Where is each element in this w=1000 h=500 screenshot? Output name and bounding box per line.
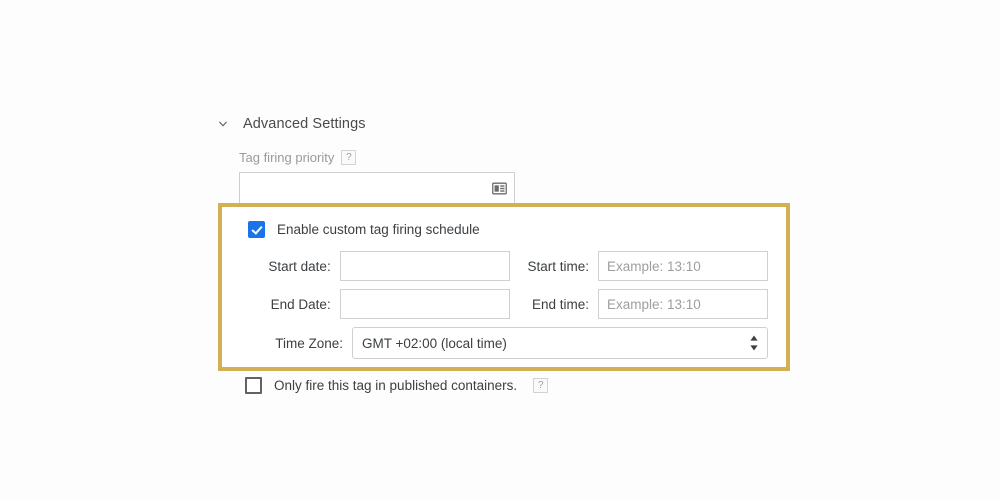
- tag-firing-priority-label: Tag firing priority: [239, 149, 335, 165]
- end-date-input[interactable]: [339, 289, 510, 319]
- end-time-input[interactable]: [598, 289, 768, 319]
- published-containers-checkbox[interactable]: [245, 377, 262, 394]
- published-containers-row[interactable]: Only fire this tag in published containe…: [245, 377, 549, 394]
- advanced-settings-header[interactable]: Advanced Settings: [212, 113, 366, 135]
- tag-firing-priority-input-wrap[interactable]: [239, 172, 515, 204]
- start-date-label: Start date:: [268, 258, 331, 274]
- timezone-select[interactable]: GMT +02:00 (local time): [352, 327, 768, 359]
- variable-picker-icon[interactable]: [490, 179, 508, 197]
- schedule-fields-grid: Start date: Start time: End Date: End ti…: [248, 251, 768, 359]
- tag-firing-priority-label-row: Tag firing priority ?: [239, 148, 515, 166]
- start-row: Start date: Start time:: [248, 251, 768, 281]
- help-icon-tag-firing-priority[interactable]: ?: [341, 149, 357, 165]
- end-time-label: End time:: [531, 296, 589, 312]
- start-time-input[interactable]: [598, 251, 768, 281]
- help-icon-published-containers[interactable]: ?: [533, 378, 549, 393]
- chevron-down-icon[interactable]: [212, 113, 234, 135]
- timezone-select-wrap[interactable]: GMT +02:00 (local time): [352, 327, 768, 359]
- start-date-input[interactable]: [339, 251, 510, 281]
- end-date-label: End Date:: [270, 296, 331, 312]
- timezone-row: Time Zone: GMT +02:00 (local time): [248, 327, 768, 359]
- end-row: End Date: End time:: [248, 289, 768, 319]
- start-time-label: Start time:: [527, 258, 589, 274]
- tag-firing-priority-input[interactable]: [240, 173, 514, 203]
- advanced-settings-title: Advanced Settings: [243, 116, 366, 132]
- published-containers-label: Only fire this tag in published containe…: [274, 378, 518, 393]
- enable-custom-schedule-row[interactable]: Enable custom tag firing schedule: [248, 221, 480, 238]
- custom-schedule-highlight-box: Enable custom tag firing schedule Start …: [218, 203, 790, 371]
- tag-firing-priority-block: Tag firing priority ?: [239, 148, 515, 204]
- enable-custom-schedule-label: Enable custom tag firing schedule: [277, 222, 480, 237]
- timezone-label: Time Zone:: [275, 335, 343, 351]
- enable-custom-schedule-checkbox[interactable]: [248, 221, 265, 238]
